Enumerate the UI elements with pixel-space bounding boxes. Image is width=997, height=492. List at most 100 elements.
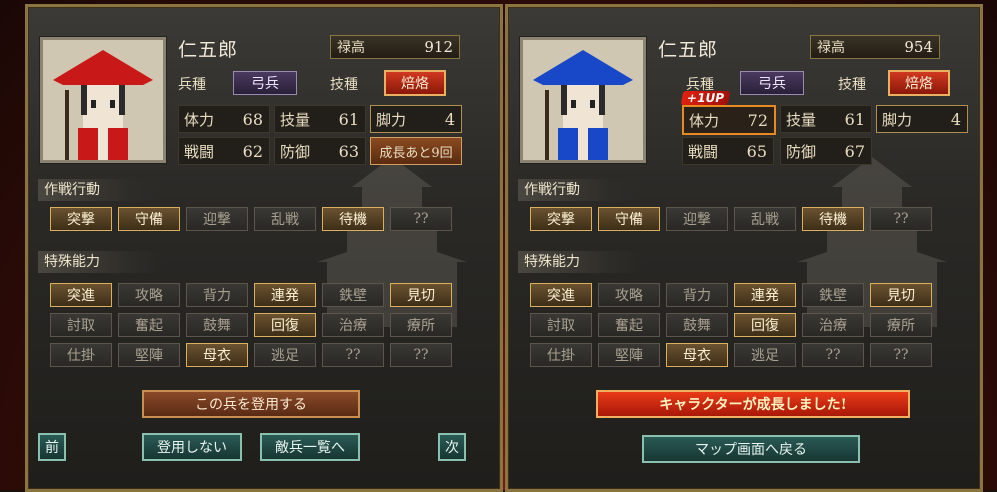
stat-label: 技量 [786, 110, 817, 129]
ability-button[interactable]: 奮起 [118, 313, 180, 337]
character-name: 仁五郎 [178, 39, 239, 61]
level-up-badge: +1UP [680, 91, 731, 105]
ability-button[interactable]: 攻略 [598, 283, 660, 307]
enemy-list-button[interactable]: 敵兵一覧へ [260, 433, 360, 461]
portrait [520, 37, 646, 163]
game-screen: 仁五郎 禄高 912 兵種 弓兵 技種 焙烙 体力 68 技量 61 脚力 4 戦闘 6… [0, 0, 997, 492]
rokudaka-label: 禄高 [817, 40, 845, 56]
ability-button[interactable]: 討取 [530, 313, 592, 337]
ability-button[interactable]: 背力 [186, 283, 248, 307]
ability-button[interactable]: 仕掛 [530, 343, 592, 367]
stat-label: 戦闘 [184, 142, 215, 161]
ability-button[interactable]: 仕掛 [50, 343, 112, 367]
abilities-title: 特殊能力 [38, 251, 162, 273]
stat-value: 62 [242, 141, 263, 161]
ability-button[interactable]: 逃足 [254, 343, 316, 367]
stat-label: 脚力 [376, 110, 407, 129]
stat-sento: 戦闘 62 [178, 137, 270, 165]
stat-label: 体力 [184, 110, 215, 129]
tactics-title: 作戦行動 [518, 179, 642, 201]
tactic-button[interactable]: 突撃 [530, 207, 592, 231]
tactic-button[interactable]: 突撃 [50, 207, 112, 231]
ability-button[interactable]: 鉄壁 [802, 283, 864, 307]
prev-button[interactable]: 前 [38, 433, 66, 461]
stat-value: 67 [844, 141, 865, 161]
character-name: 仁五郎 [658, 39, 719, 61]
ability-button[interactable]: 突進 [530, 283, 592, 307]
ability-button[interactable]: 療所 [870, 313, 932, 337]
stat-value: 4 [950, 109, 961, 129]
tactic-button[interactable]: 守備 [598, 207, 660, 231]
tactic-button[interactable]: 乱戦 [254, 207, 316, 231]
stat-label: 脚力 [882, 110, 913, 129]
ability-button[interactable]: 攻略 [118, 283, 180, 307]
giho-label: 技種 [330, 77, 358, 93]
ability-button[interactable]: 治療 [322, 313, 384, 337]
ability-button[interactable]: 連発 [734, 283, 796, 307]
recruit-button[interactable]: この兵を登用する [142, 390, 360, 418]
stat-value: 65 [746, 141, 767, 161]
tactic-button[interactable]: ?? [870, 207, 932, 231]
tactic-button[interactable]: 守備 [118, 207, 180, 231]
stat-kyakuryoku: 脚力 4 [370, 105, 462, 133]
ability-button[interactable]: 背力 [666, 283, 728, 307]
rokudaka-box: 禄高 912 [330, 35, 460, 59]
ability-button[interactable]: 鼓舞 [666, 313, 728, 337]
ability-button[interactable]: ?? [322, 343, 384, 367]
ability-button[interactable]: 療所 [390, 313, 452, 337]
ability-button[interactable]: ?? [802, 343, 864, 367]
rokudaka-label: 禄高 [337, 40, 365, 56]
heishu-value: 弓兵 [233, 71, 297, 95]
rokudaka-box: 禄高 954 [810, 35, 940, 59]
ability-button[interactable]: 回復 [734, 313, 796, 337]
stat-label: 体力 [689, 111, 720, 130]
ability-button[interactable]: 討取 [50, 313, 112, 337]
stat-value: 4 [444, 109, 455, 129]
tactic-button[interactable]: 迎撃 [186, 207, 248, 231]
tactic-button[interactable]: 乱戦 [734, 207, 796, 231]
ability-button[interactable]: 鉄壁 [322, 283, 384, 307]
heishu-label: 兵種 [178, 77, 206, 93]
stat-giryo: 技量 61 [780, 105, 872, 133]
tactic-button[interactable]: 待機 [802, 207, 864, 231]
tactic-button[interactable]: 待機 [322, 207, 384, 231]
ability-button[interactable]: 奮起 [598, 313, 660, 337]
growth-remaining: 成長あと9回 [370, 137, 462, 165]
stat-bogyo: 防御 63 [274, 137, 366, 165]
stat-label: 防御 [786, 142, 817, 161]
decline-button[interactable]: 登用しない [142, 433, 242, 461]
stat-tairyoku: 体力 68 [178, 105, 270, 133]
portrait [40, 37, 166, 163]
tactic-button[interactable]: ?? [390, 207, 452, 231]
ability-button[interactable]: 見切 [870, 283, 932, 307]
stat-sento: 戦闘 65 [682, 137, 774, 165]
stat-giryo: 技量 61 [274, 105, 366, 133]
ability-button[interactable]: 逃足 [734, 343, 796, 367]
giho-value: 焙烙 [888, 70, 950, 96]
stat-value: 61 [844, 109, 865, 129]
ability-button[interactable]: 堅陣 [118, 343, 180, 367]
stat-label: 技量 [280, 110, 311, 129]
ability-button[interactable]: 連発 [254, 283, 316, 307]
stat-kyakuryoku: 脚力 4 [876, 105, 968, 133]
ability-button[interactable]: ?? [390, 343, 452, 367]
next-button[interactable]: 次 [438, 433, 466, 461]
tactic-button[interactable]: 迎撃 [666, 207, 728, 231]
growth-banner: キャラクターが成長しました! [596, 390, 910, 418]
stat-value: 72 [747, 110, 768, 130]
map-return-button[interactable]: マップ画面へ戻る [642, 435, 860, 463]
ability-button[interactable]: 堅陣 [598, 343, 660, 367]
ability-button[interactable]: 鼓舞 [186, 313, 248, 337]
ability-button[interactable]: 見切 [390, 283, 452, 307]
stat-value: 68 [242, 109, 263, 129]
giho-value: 焙烙 [384, 70, 446, 96]
stat-label: 防御 [280, 142, 311, 161]
ability-button[interactable]: 突進 [50, 283, 112, 307]
ability-button[interactable]: ?? [870, 343, 932, 367]
growth-panel: 仁五郎 禄高 954 兵種 弓兵 技種 焙烙 +1UP 体力 72 技量 61 脚力… [505, 4, 983, 492]
ability-button[interactable]: 回復 [254, 313, 316, 337]
ability-button[interactable]: 治療 [802, 313, 864, 337]
ability-button[interactable]: 母衣 [186, 343, 248, 367]
ability-button[interactable]: 母衣 [666, 343, 728, 367]
abilities-title: 特殊能力 [518, 251, 642, 273]
